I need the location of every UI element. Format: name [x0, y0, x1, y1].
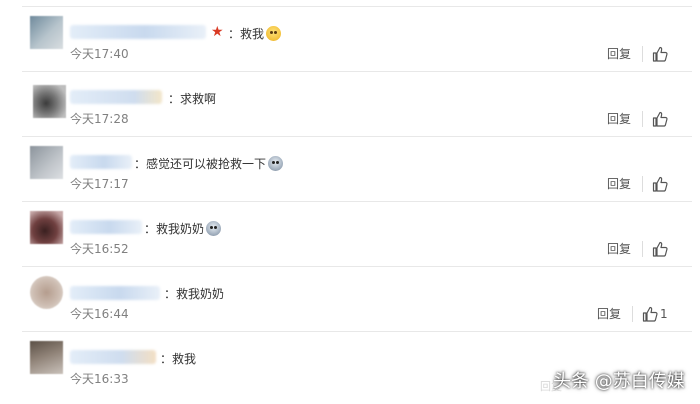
thumbs-up-icon[interactable] [651, 175, 669, 193]
thumbs-up-icon[interactable] [651, 240, 669, 258]
divider [642, 111, 643, 127]
comment-time: 今天17:28 [70, 112, 129, 126]
comment-time: 今天17:17 [70, 177, 129, 191]
comment-item: ：救我奶奶 今天16:52 回复 [0, 202, 700, 267]
avatar[interactable] [30, 341, 63, 374]
avatar[interactable] [30, 276, 63, 309]
scared-face-emoji-icon [268, 156, 284, 171]
username-blurred[interactable] [70, 350, 156, 364]
comment-item: ★ ：救我 今天17:40 回复 [0, 7, 700, 72]
comment-text: ：求救啊 [168, 92, 217, 106]
reply-button[interactable]: 回复 [597, 306, 621, 322]
username-blurred[interactable] [70, 286, 160, 300]
star-badge-icon: ★ [211, 24, 224, 40]
divider [642, 46, 643, 62]
username-blurred[interactable] [70, 90, 162, 104]
comment-time: 今天16:33 [70, 372, 129, 386]
avatar[interactable] [30, 16, 63, 49]
comment-time: 今天16:44 [70, 307, 129, 321]
divider [642, 241, 643, 257]
thumbs-up-icon[interactable] [641, 305, 659, 323]
comment-text: ：救我奶奶 [164, 287, 225, 301]
thumbs-up-icon[interactable] [651, 45, 669, 63]
reply-button[interactable]: 回复 [607, 241, 631, 257]
reply-button[interactable]: 回复 [607, 111, 631, 127]
thumbs-up-icon[interactable] [651, 110, 669, 128]
comment-list: ★ ：救我 今天17:40 回复 ：求救啊 今天17:28 回复 ：感觉还可以被… [0, 0, 700, 404]
avatar[interactable] [33, 85, 66, 118]
comment-text: ：救我奶奶 [144, 221, 222, 237]
comment-item: ：感觉还可以被抢救一下 今天17:17 回复 [0, 137, 700, 202]
comment-item: ：救我奶奶 今天16:44 回复 1 [0, 267, 700, 332]
comment-time: 今天17:40 [70, 47, 129, 61]
username-blurred[interactable] [70, 25, 206, 39]
smiling-face-emoji-icon [266, 26, 282, 41]
reply-button[interactable]: 回复 [607, 176, 631, 192]
comment-text: ：感觉还可以被抢救一下 [134, 156, 284, 172]
avatar[interactable] [30, 211, 63, 244]
watermark: 头条 @苏白传媒 [553, 371, 685, 392]
reply-button[interactable]: 回复 [607, 46, 631, 62]
comment-item: ：求救啊 今天17:28 回复 [0, 72, 700, 137]
username-blurred[interactable] [70, 220, 142, 234]
comment-time: 今天16:52 [70, 242, 129, 256]
divider [642, 176, 643, 192]
avatar[interactable] [30, 146, 63, 179]
comment-text: ：救我 [228, 26, 282, 42]
divider [632, 306, 633, 322]
scared-face-emoji-icon [206, 221, 222, 236]
comment-text: ：救我 [160, 352, 197, 366]
username-blurred[interactable] [70, 155, 132, 169]
like-count: 1 [660, 307, 668, 321]
